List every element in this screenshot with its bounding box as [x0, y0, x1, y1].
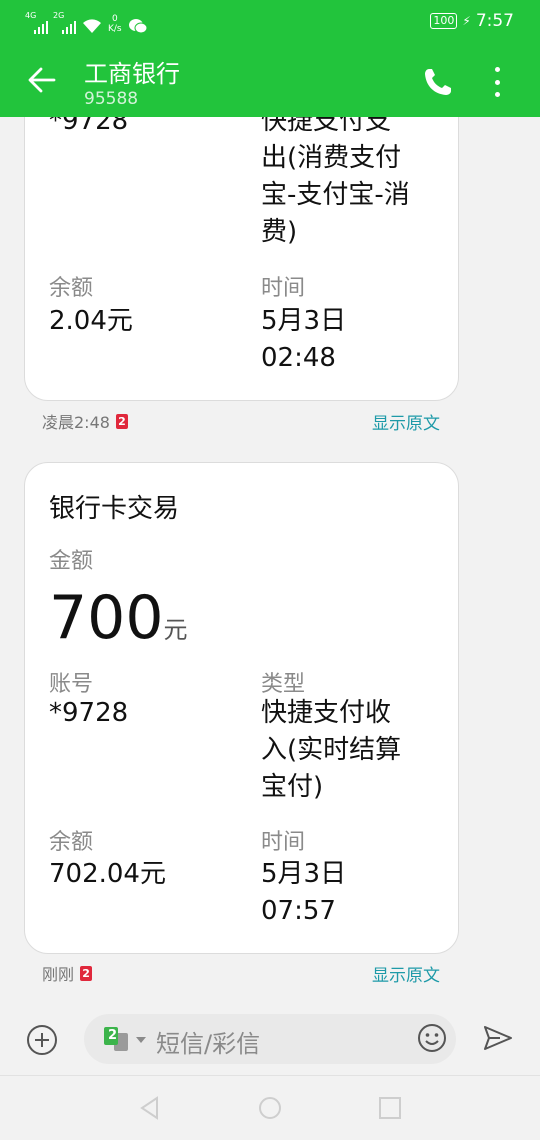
balance-label: 余额 — [49, 276, 94, 301]
sim-selector[interactable]: 2 — [102, 1027, 152, 1051]
wechat-icon — [128, 19, 148, 34]
nav-back-icon[interactable] — [137, 1095, 163, 1121]
type-label: 类型 — [261, 672, 306, 697]
amount-label: 金额 — [49, 549, 94, 574]
balance-label: 余额 — [49, 830, 94, 855]
time-date: 5月3日 — [261, 306, 347, 336]
compose-bar: 2 短信/彩信 — [0, 1000, 540, 1076]
amount-number: 700 — [49, 583, 164, 653]
nav-recent-icon[interactable] — [377, 1095, 403, 1121]
message-input[interactable]: 2 短信/彩信 — [84, 1014, 456, 1064]
message-meta: 凌晨2:48 2 — [42, 409, 128, 433]
transaction-card: 银行卡交易 金额 700元 账号 *9728 类型 快捷支付收 入(实时结算 宝… — [24, 462, 459, 954]
sim-slot-number: 2 — [108, 1028, 118, 1043]
contact-number: 95588 — [84, 89, 139, 109]
time-label: 时间 — [261, 276, 306, 301]
time-label: 时间 — [261, 830, 306, 855]
sim-card-icon: 2 — [80, 965, 93, 981]
status-left: 4G 2G 0 K/s — [25, 10, 148, 34]
status-bar: 4G 2G 0 K/s 100 ⚡ 7:57 — [0, 0, 540, 45]
net-speed-unit: K/s — [108, 24, 122, 34]
time-value: 5月3日 02:48 — [261, 303, 346, 377]
add-attachment-icon[interactable] — [26, 1024, 58, 1056]
type-value: 快捷支付收 入(实时结算 宝付) — [261, 695, 401, 806]
message-timestamp: 凌晨2:48 — [42, 413, 110, 432]
system-nav-bar — [0, 1077, 540, 1140]
amount-value: 700元 — [49, 583, 188, 665]
amount-unit: 元 — [163, 616, 188, 644]
type-line: 快捷支付支 — [261, 117, 392, 136]
nav-home-icon[interactable] — [257, 1095, 283, 1121]
account-value: *9728 — [49, 698, 129, 728]
time-date: 5月3日 — [261, 859, 347, 889]
balance-value: 702.04元 — [49, 859, 166, 889]
more-options-icon[interactable] — [488, 64, 506, 100]
charging-icon: ⚡ — [462, 14, 471, 28]
account-value: *9728 — [49, 117, 129, 136]
sim-card-icon: 2 — [115, 413, 128, 429]
signal-icon: 2G — [53, 12, 76, 34]
battery-icon: 100 — [430, 13, 458, 29]
card-title: 银行卡交易 — [49, 494, 180, 524]
signal1-type-label: 4G — [25, 11, 37, 20]
type-line: 宝-支付宝-消 — [261, 180, 410, 210]
status-right: 100 ⚡ 7:57 — [430, 11, 514, 31]
type-line: 宝付) — [261, 772, 324, 802]
time-clock: 07:57 — [261, 896, 336, 926]
type-line: 入(实时结算 — [261, 735, 402, 765]
message-timestamp: 刚刚 — [42, 965, 75, 984]
time-value: 5月3日 07:57 — [261, 856, 346, 930]
back-arrow-icon[interactable] — [26, 64, 58, 96]
input-placeholder: 短信/彩信 — [156, 1030, 261, 1058]
clock: 7:57 — [475, 11, 514, 31]
transaction-card: *9728 快捷支付支 出(消费支付 宝-支付宝-消 费) 余额 2.04元 时… — [24, 117, 459, 401]
message-list[interactable]: *9728 快捷支付支 出(消费支付 宝-支付宝-消 费) 余额 2.04元 时… — [0, 117, 540, 1000]
emoji-icon[interactable] — [416, 1022, 448, 1054]
balance-value: 2.04元 — [49, 306, 133, 336]
message-meta: 刚刚 2 — [42, 961, 93, 985]
wifi-icon — [83, 19, 101, 33]
net-speed: 0 K/s — [108, 14, 122, 34]
phone-icon[interactable] — [420, 64, 456, 100]
signal-icon: 4G — [25, 12, 48, 34]
send-icon[interactable] — [482, 1022, 514, 1054]
account-label: 账号 — [49, 672, 94, 697]
time-clock: 02:48 — [261, 343, 336, 373]
app-header: 4G 2G 0 K/s 100 ⚡ 7:57 工商银行 95588 — [0, 0, 540, 117]
type-line: 出(消费支付 — [261, 143, 402, 173]
type-line: 费) — [261, 217, 298, 247]
type-value: 快捷支付支 出(消费支付 宝-支付宝-消 费) — [261, 117, 410, 251]
net-speed-value: 0 — [111, 14, 118, 24]
show-original-link[interactable]: 显示原文 — [372, 961, 440, 986]
show-original-link[interactable]: 显示原文 — [372, 409, 440, 434]
contact-name: 工商银行 — [84, 60, 180, 88]
signal2-type-label: 2G — [53, 11, 65, 20]
type-line: 快捷支付收 — [261, 698, 392, 728]
